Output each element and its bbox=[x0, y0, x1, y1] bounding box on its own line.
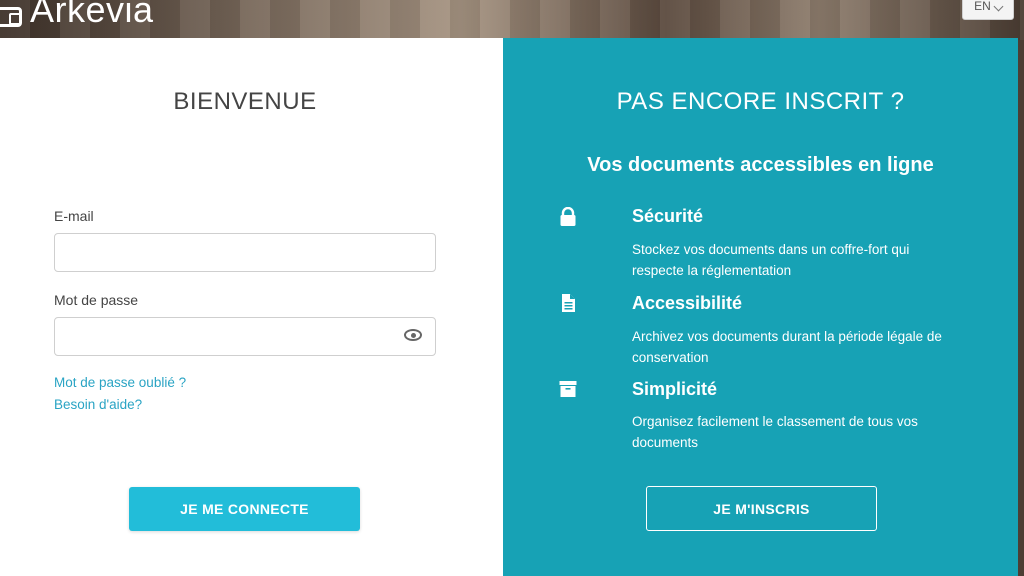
language-value: EN bbox=[974, 0, 991, 13]
help-link[interactable]: Besoin d'aide? bbox=[54, 397, 142, 412]
signup-button[interactable]: JE M'INSCRIS bbox=[646, 486, 877, 531]
auth-card: BIENVENUE E-mail Mot de passe Mot de pas… bbox=[0, 38, 1018, 576]
eye-icon[interactable] bbox=[404, 329, 422, 341]
brand-logo[interactable]: Arkevia bbox=[0, 0, 154, 34]
lock-icon bbox=[560, 207, 576, 226]
language-selector[interactable]: EN bbox=[962, 0, 1014, 20]
archive-icon bbox=[559, 381, 577, 397]
brand-name: Arkevia bbox=[30, 0, 154, 30]
login-panel: BIENVENUE E-mail Mot de passe Mot de pas… bbox=[0, 38, 503, 576]
email-field[interactable] bbox=[54, 233, 436, 272]
feature-title-security: Sécurité bbox=[632, 206, 704, 226]
signup-subtitle: Vos documents accessibles en ligne bbox=[587, 154, 934, 176]
password-label: Mot de passe bbox=[54, 292, 139, 308]
feature-title-simplicity: Simplicité bbox=[632, 379, 718, 399]
feature-desc-simplicity: Organisez facilement le classement de to… bbox=[632, 414, 918, 450]
signup-title: PAS ENCORE INSCRIT ? bbox=[616, 88, 905, 115]
email-label: E-mail bbox=[54, 208, 94, 224]
forgot-password-link[interactable]: Mot de passe oublié ? bbox=[54, 375, 186, 390]
login-button[interactable]: JE ME CONNECTE bbox=[129, 487, 360, 531]
document-icon bbox=[562, 294, 575, 312]
archive-box-icon bbox=[0, 7, 22, 27]
feature-desc-accessibility: Archivez vos documents durant la période… bbox=[632, 329, 942, 365]
signup-panel: PAS ENCORE INSCRIT ? Vos documents acces… bbox=[503, 38, 1018, 576]
feature-desc-security: Stockez vos documents dans un coffre-for… bbox=[632, 242, 910, 278]
login-title: BIENVENUE bbox=[173, 88, 317, 115]
feature-title-accessibility: Accessibilité bbox=[632, 293, 743, 313]
password-field[interactable] bbox=[54, 317, 436, 356]
chevron-down-icon bbox=[993, 1, 1004, 12]
